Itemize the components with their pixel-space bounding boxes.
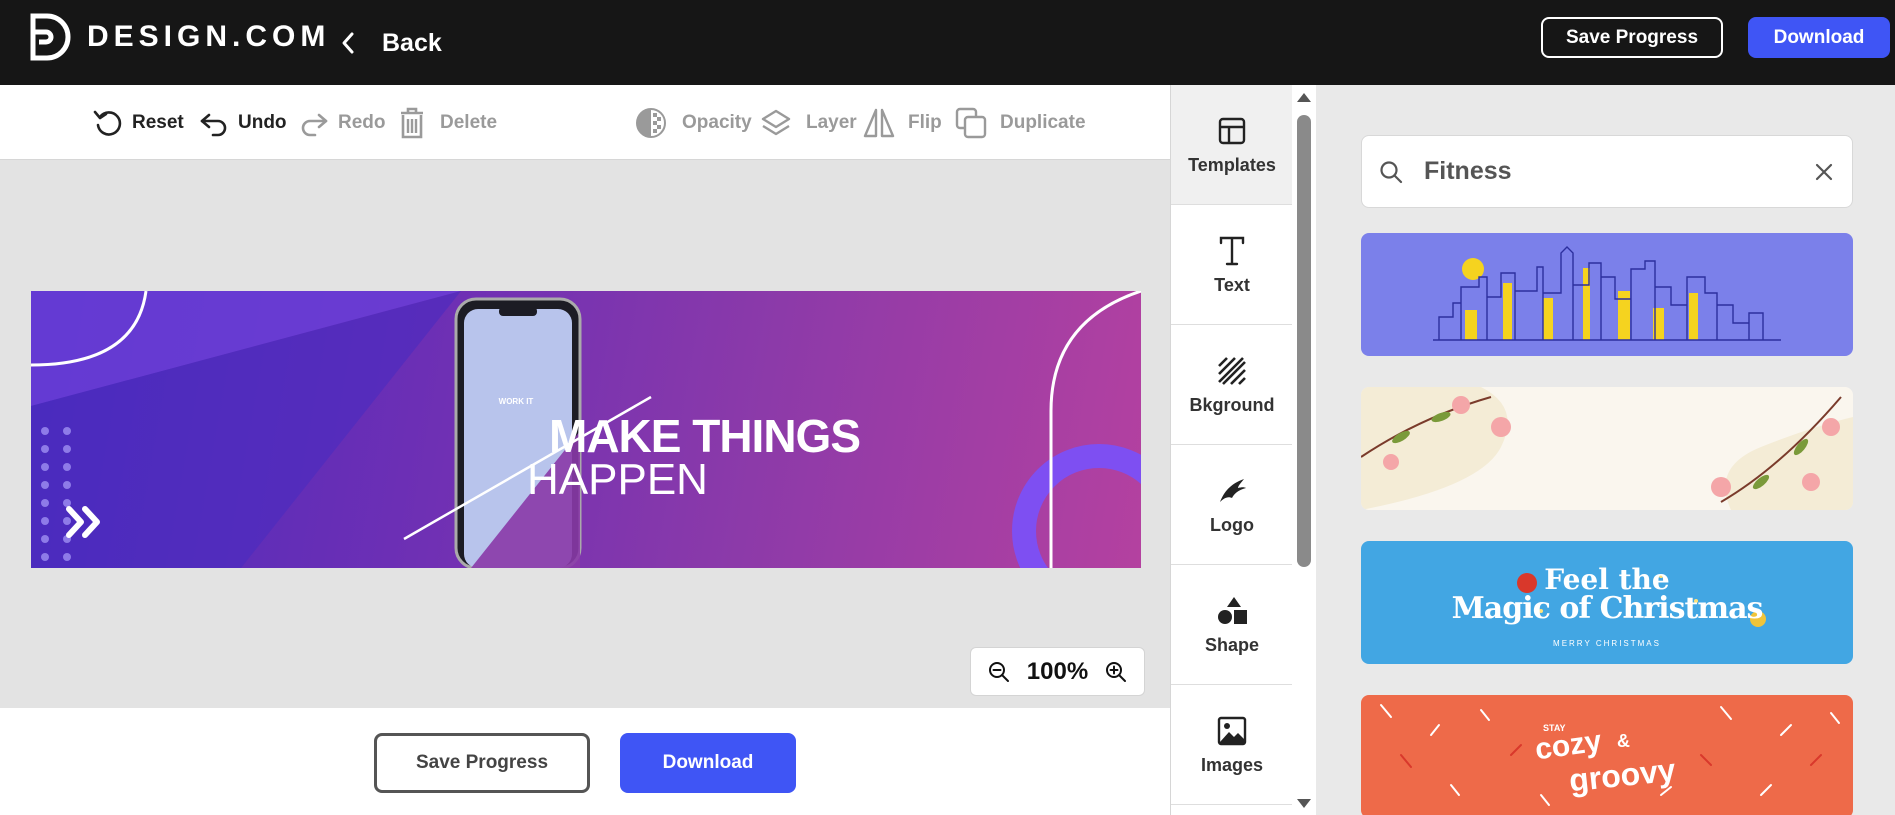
shape-icon (1218, 597, 1247, 624)
canvas-area: WORK IT MAKE THINGS HAPPEN 100% (0, 160, 1170, 708)
trash-icon (401, 107, 423, 138)
close-icon[interactable] (1814, 162, 1834, 182)
tab-images[interactable]: Images (1171, 685, 1293, 805)
header-save-progress-button[interactable]: Save Progress (1541, 17, 1723, 58)
tab-shape[interactable]: Shape (1171, 565, 1293, 685)
template-card-city[interactable] (1361, 233, 1853, 356)
scroll-down-arrow-icon[interactable] (1297, 799, 1311, 808)
design-banner[interactable]: WORK IT MAKE THINGS HAPPEN (31, 291, 1141, 568)
template-card-cozy[interactable]: STAY cozy & groovy (1361, 695, 1853, 815)
templates-panel: Feel the Magic of Christmas MERRY CHRIST… (1316, 85, 1895, 815)
scroll-up-arrow-icon[interactable] (1297, 93, 1311, 102)
chevron-left-icon (342, 32, 354, 54)
text-icon (1219, 236, 1245, 266)
logo-icon (30, 13, 71, 61)
undo-button[interactable]: Undo (198, 85, 287, 160)
city-skyline-art (1433, 246, 1781, 341)
duplicate-icon (955, 107, 987, 138)
brand-logo[interactable]: DESIGN.COM (29, 12, 330, 62)
layer-label: Layer (806, 111, 857, 133)
flip-label: Flip (908, 111, 942, 133)
reset-label: Reset (132, 111, 184, 133)
brand-name: DESIGN.COM (87, 20, 331, 53)
undo-label: Undo (238, 111, 287, 133)
floral-art (1361, 387, 1853, 510)
logo-icon (1220, 479, 1246, 502)
duplicate-button[interactable]: Duplicate (954, 85, 1086, 160)
layers-icon (761, 109, 791, 135)
phone-screen-text: WORK IT (498, 397, 534, 406)
reset-icon (93, 110, 122, 136)
tab-background-label: Bkground (1189, 395, 1275, 415)
back-label: Back (382, 28, 442, 57)
tab-background[interactable]: Bkground (1171, 325, 1293, 445)
tab-logo[interactable]: Logo (1171, 445, 1293, 565)
delete-label: Delete (440, 111, 498, 133)
tab-logo-label: Logo (1210, 515, 1254, 535)
tab-text-label: Text (1214, 275, 1250, 295)
reset-button[interactable]: Reset (92, 85, 184, 160)
save-progress-button[interactable]: Save Progress (374, 733, 590, 793)
tab-templates-label: Templates (1188, 155, 1276, 175)
candy-cane-pattern (1380, 704, 1840, 806)
flip-icon (863, 108, 895, 137)
duplicate-label: Duplicate (1000, 111, 1086, 133)
christmas-subtitle: MERRY CHRISTMAS (1553, 639, 1661, 648)
undo-icon (200, 113, 227, 136)
redo-icon (301, 113, 328, 136)
zoom-in-icon[interactable] (1104, 660, 1128, 684)
zoom-out-icon[interactable] (987, 660, 1011, 684)
tab-shape-label: Shape (1204, 635, 1260, 655)
redo-label: Redo (338, 111, 386, 133)
christmas-title-2: Magic of Christmas (1451, 591, 1764, 626)
edit-toolbar: Reset Undo Redo Delete Opacity Layer Fli… (0, 85, 1170, 160)
template-icon (1218, 117, 1246, 145)
background-icon (1218, 357, 1246, 385)
zoom-control: 100% (970, 647, 1145, 696)
headline-happen[interactable]: HAPPEN (527, 455, 708, 505)
tab-templates[interactable]: Templates (1171, 85, 1293, 205)
search-input[interactable] (1424, 157, 1784, 186)
header-download-button[interactable]: Download (1748, 17, 1890, 58)
cozy-amp: & (1617, 731, 1630, 751)
template-card-floral[interactable] (1361, 387, 1853, 510)
flip-button[interactable]: Flip (862, 85, 942, 160)
side-scrollbar[interactable] (1292, 85, 1316, 815)
top-bar: DESIGN.COM Back Save Progress Download (0, 0, 1895, 85)
zoom-level: 100% (1026, 657, 1089, 685)
tab-images-label: Images (1200, 755, 1264, 775)
tab-text[interactable]: Text (1171, 205, 1293, 325)
bottom-actions: Save Progress Download (0, 708, 1170, 815)
download-button[interactable]: Download (620, 733, 796, 793)
back-button[interactable]: Back (340, 18, 442, 68)
scrollbar-thumb[interactable] (1297, 115, 1311, 567)
delete-button[interactable]: Delete (396, 85, 497, 160)
search-box (1361, 135, 1853, 208)
search-icon (1380, 160, 1403, 183)
opacity-label: Opacity (682, 111, 752, 133)
opacity-icon (636, 107, 666, 138)
layer-button[interactable]: Layer (760, 85, 857, 160)
opacity-button[interactable]: Opacity (634, 85, 752, 160)
redo-button[interactable]: Redo (298, 85, 386, 160)
image-icon (1217, 716, 1247, 746)
template-card-christmas[interactable]: Feel the Magic of Christmas MERRY CHRIST… (1361, 541, 1853, 664)
side-tabs: Templates Text Bkground Logo Shape Image… (1170, 85, 1293, 815)
